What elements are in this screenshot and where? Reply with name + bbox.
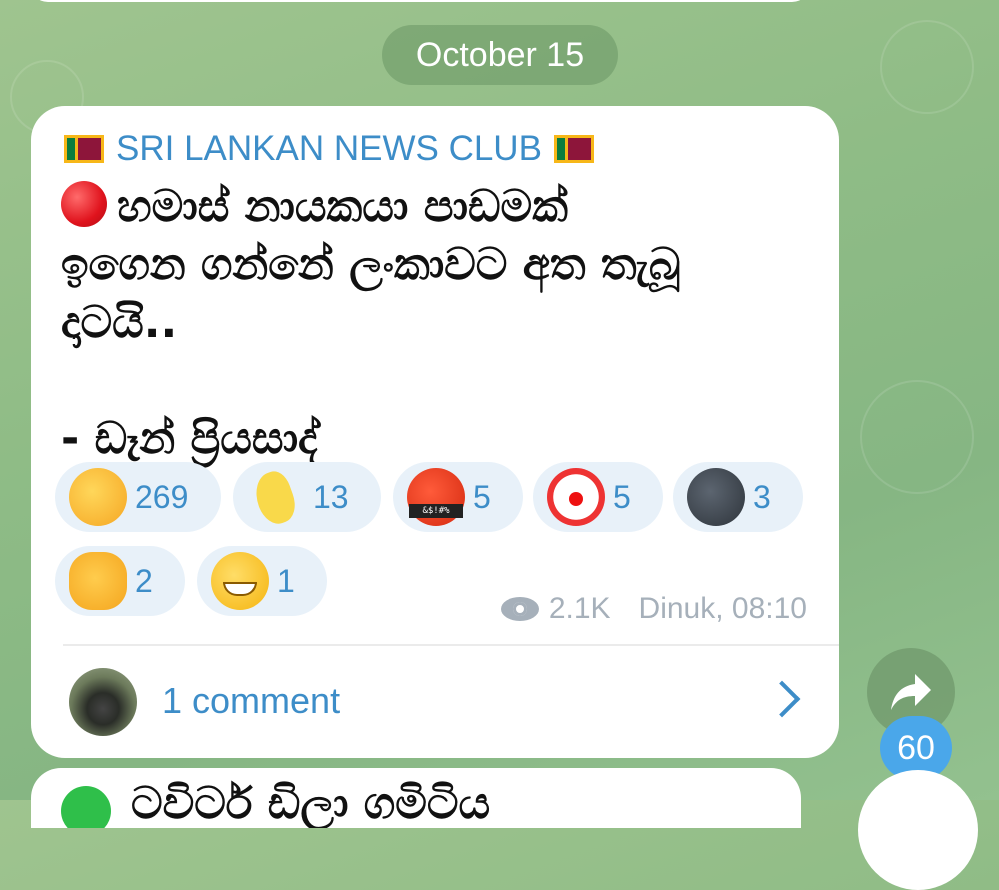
message-line: හමාස් නායකයා පාඩමක් [117,181,568,232]
reaction-grin[interactable]: 1 [197,546,327,616]
green-circle-icon [61,786,111,828]
share-arrow-icon [891,674,931,710]
view-count: 2.1K [548,592,611,625]
comments-button[interactable]: 1 comment [31,646,839,758]
eye-icon [500,597,539,621]
channel-name[interactable]: SRI LANKAN NEWS CLUB [116,129,542,169]
author-signature: - ඩෑන් ප්‍රියසාද් [61,413,318,464]
new-moon-face-icon [687,468,745,526]
cursing-face-icon [407,468,465,526]
banana-icon [247,468,305,526]
message-text: හමාස් නායකයා පාඩමක් ඉගෙන ගන්නේ ලංකාවට අත… [61,178,821,468]
next-message-preview: ටවිටර් ඩිලා ගමිටිය [131,778,491,828]
reaction-count: 5 [473,478,491,515]
scroll-down-button[interactable] [858,770,978,890]
date-separator: October 15 [382,25,618,85]
reaction-count: 2 [135,562,153,599]
sri-lanka-flag-icon [553,135,594,163]
reaction-banana[interactable]: 13 [233,462,381,532]
clown-face-icon [547,468,605,526]
rolling-on-floor-laughing-icon [69,468,127,526]
channel-post-bubble[interactable]: SRI LANKAN NEWS CLUB හමාස් නායකයා පාඩමක්… [31,106,839,758]
reaction-cursing[interactable]: 5 [393,462,523,532]
background-doodle [860,380,974,494]
background-doodle [880,20,974,114]
message-line: ඉගෙන ගන්නේ ලංකාවට අත තැබූ [61,239,681,290]
reaction-count: 269 [135,478,189,515]
reaction-clown[interactable]: 5 [533,462,663,532]
reaction-count: 1 [277,562,295,599]
grinning-face-icon [211,552,269,610]
channel-header[interactable]: SRI LANKAN NEWS CLUB [64,128,594,170]
avatar [69,668,137,736]
message-meta: 2.1K Dinuk, 08:10 [500,592,807,626]
reaction-count: 13 [313,478,349,515]
sri-lanka-flag-icon [64,135,104,163]
clapping-hands-icon [69,552,127,610]
comments-label: 1 comment [162,680,341,721]
next-message-bubble[interactable]: ටවිටර් ඩිලා ගමිටිය [31,768,801,828]
reaction-moon[interactable]: 3 [673,462,803,532]
chevron-right-icon [763,680,801,718]
reaction-count: 5 [613,478,631,515]
message-line: දාටයි.. [61,297,178,348]
red-circle-icon [61,181,107,227]
reaction-count: 3 [753,478,771,515]
reaction-rofl[interactable]: 269 [55,462,221,532]
author-time: Dinuk, 08:10 [638,592,807,625]
reaction-clap[interactable]: 2 [55,546,185,616]
previous-message-bubble [30,0,810,2]
